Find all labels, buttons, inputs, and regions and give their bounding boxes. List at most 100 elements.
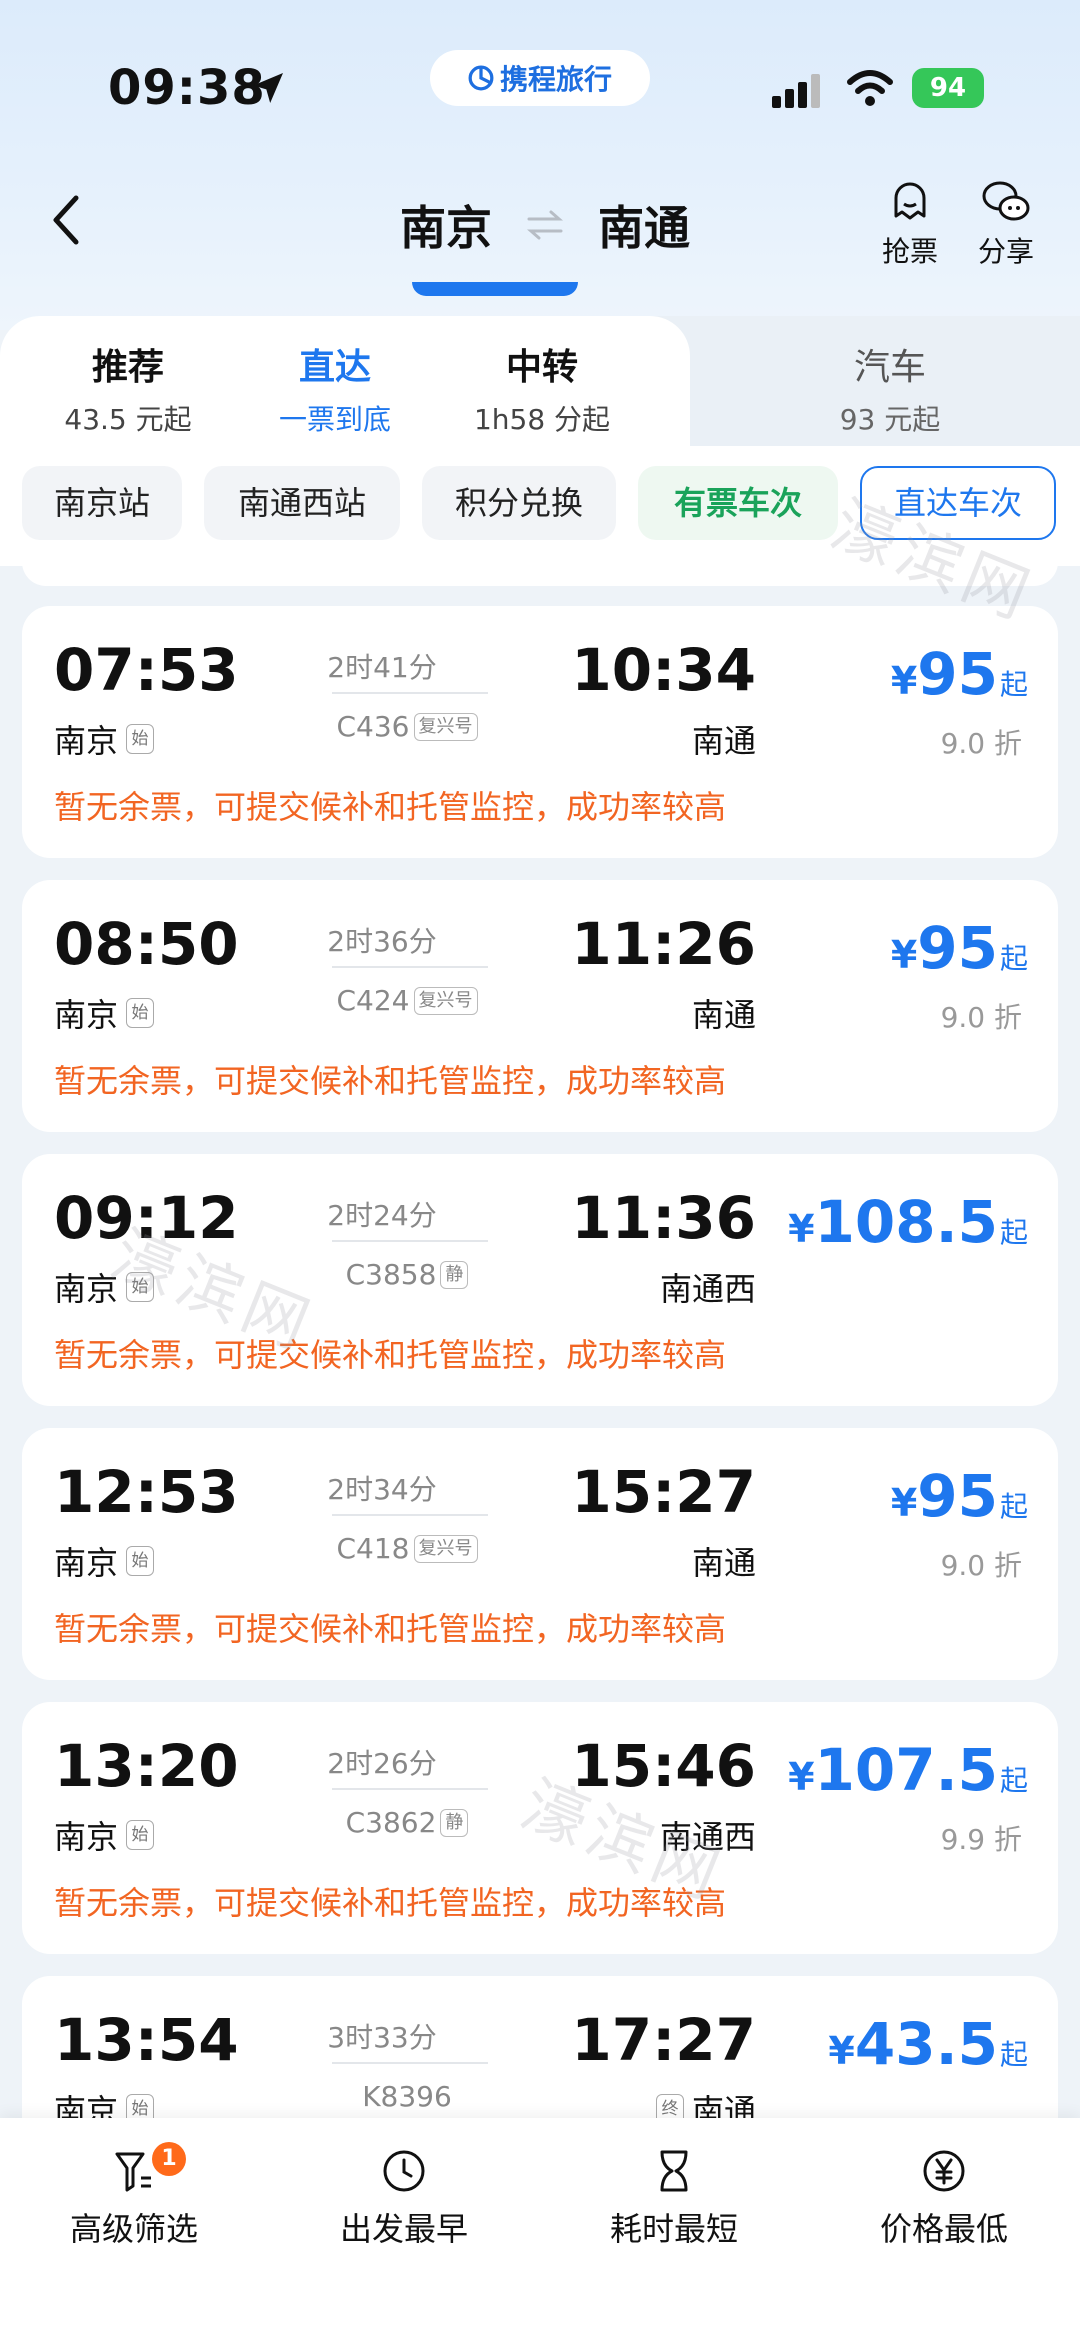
- train-card[interactable]: 12:53 南京始 2时34分 C418 复兴号 15:27 南通 ¥95 起 9.…: [22, 1428, 1058, 1680]
- arrival-station-name: 南通: [691, 1544, 756, 1582]
- waitlist-notice: 暂无余票，可提交候补和托管监控，成功率较高: [54, 788, 727, 826]
- tab-recommend[interactable]: 推荐 43.5 元起: [48, 338, 208, 438]
- yen-symbol: ¥: [788, 1207, 815, 1251]
- discount: 9.0 折: [940, 1549, 1022, 1582]
- filter-count-badge: 1: [152, 2142, 186, 2176]
- duration-line: [332, 1240, 488, 1242]
- train-number: K8396: [282, 2080, 532, 2113]
- departure-station-name: 南京: [54, 1818, 119, 1856]
- discount: 9.9 折: [940, 1823, 1022, 1856]
- brand-name: 携程旅行: [499, 63, 612, 96]
- arrival-time: 15:27: [571, 1458, 756, 1526]
- clock-icon: [383, 2150, 425, 2192]
- ctrip-logo-icon: [468, 65, 494, 91]
- departure-station-name: 南京: [54, 1270, 119, 1308]
- grab-ticket-label: 抢票: [881, 235, 938, 268]
- back-arrow-icon[interactable]: [46, 190, 86, 250]
- departure-time: 08:50: [54, 910, 239, 978]
- origin-tag: 始: [126, 2094, 155, 2120]
- hourglass-icon: [660, 2150, 688, 2192]
- train-card[interactable]: 09:12 南京始 2时24分 C3858 静 11:36 南通西 ¥108.5 起…: [22, 1154, 1058, 1406]
- train-number: C436 复兴号: [282, 710, 532, 743]
- tab-transfer-title: 中转: [505, 347, 578, 388]
- location-arrow-icon: [253, 73, 283, 103]
- arrival-station-name: 南通西: [659, 1818, 756, 1856]
- arrival-station: 南通: [692, 990, 756, 1036]
- status-time: 09:38: [108, 60, 266, 116]
- price: ¥43.5 起: [828, 2010, 1028, 2078]
- route-title[interactable]: 南京 南通: [400, 190, 690, 260]
- ghost-icon: [894, 182, 926, 220]
- departure-station: 南京始: [54, 1812, 155, 1858]
- chip-available-trains[interactable]: 有票车次: [638, 466, 838, 540]
- train-type-tag: 复兴号: [413, 986, 478, 1015]
- sort-shortest-button[interactable]: 耗时最短: [574, 2146, 774, 2250]
- share-label: 分享: [977, 235, 1034, 268]
- departure-station: 南京始: [54, 1264, 155, 1310]
- train-number: C418 复兴号: [282, 1532, 532, 1565]
- price-from-label: 起: [999, 942, 1028, 975]
- train-number: C3862 静: [282, 1806, 532, 1839]
- duration: 2时24分: [327, 1199, 437, 1232]
- yen-symbol: ¥: [890, 659, 918, 703]
- arrival-station-name: 南通: [691, 996, 756, 1034]
- origin-tag: 始: [126, 1546, 155, 1576]
- price-amount: 95: [917, 914, 998, 982]
- chip-nantong-west-station[interactable]: 南通西站: [204, 466, 400, 540]
- sort-cheapest-label: 价格最低: [879, 2210, 1008, 2248]
- tab-direct[interactable]: 直达 一票到底: [260, 338, 410, 438]
- arrival-station: 终南通: [655, 2086, 756, 2120]
- tab-bus[interactable]: 汽车 93 元起: [810, 338, 970, 438]
- train-number-text: C3858: [345, 1258, 437, 1291]
- departure-station-name: 南京: [54, 996, 119, 1034]
- sort-earliest-button[interactable]: 出发最早: [304, 2146, 504, 2250]
- waitlist-notice: 暂无余票，可提交候补和托管监控，成功率较高: [54, 1336, 727, 1374]
- duration-line: [332, 692, 488, 694]
- advanced-filter-button[interactable]: 高级筛选 1: [34, 2142, 234, 2250]
- brand-pill[interactable]: 携程旅行: [430, 50, 650, 106]
- from-city: 南京: [400, 201, 492, 255]
- sort-cheapest-button[interactable]: 价格最低: [844, 2146, 1044, 2250]
- departure-station-name: 南京: [54, 722, 119, 760]
- arrival-station: 南通: [692, 716, 756, 762]
- duration: 2时26分: [327, 1747, 437, 1780]
- train-card[interactable]: 08:50 南京始 2时36分 C424 复兴号 11:26 南通 ¥95 起 9.…: [22, 880, 1058, 1132]
- price: ¥107.5 起: [788, 1736, 1028, 1804]
- sort-filter-bar: 高级筛选 1 出发最早 耗时最短 价格最低: [0, 2118, 1080, 2348]
- tab-direct-sub: 一票到底: [278, 403, 391, 436]
- chip-direct-trains[interactable]: 直达车次: [860, 466, 1056, 540]
- duration-line: [332, 1514, 488, 1516]
- tab-transfer[interactable]: 中转 1h58 分起: [462, 338, 622, 438]
- train-card[interactable]: 07:53 南京始 2时41分 C436 复兴号 10:34 南通 ¥95 起 9.…: [22, 606, 1058, 858]
- sort-earliest-label: 出发最早: [339, 2210, 468, 2248]
- duration: 2时41分: [327, 651, 437, 684]
- to-city: 南通: [598, 201, 690, 255]
- train-number-text: C418: [336, 1532, 410, 1565]
- wifi-icon: [847, 70, 893, 106]
- train-number: C3858 静: [282, 1258, 532, 1291]
- price-from-label: 起: [999, 1216, 1028, 1249]
- chip-nanjing-station[interactable]: 南京站: [22, 466, 182, 540]
- swap-icon[interactable]: [523, 203, 567, 247]
- tab-transfer-sub: 1h58 分起: [473, 403, 611, 436]
- duration-line: [332, 2062, 488, 2064]
- price-amount: 108.5: [814, 1188, 998, 1256]
- chip-points-redeem[interactable]: 积分兑换: [422, 466, 616, 540]
- share-button[interactable]: 分享: [966, 178, 1046, 270]
- train-card[interactable]: 13:20 南京始 2时26分 C3862 静 15:46 南通西 ¥107.5 起…: [22, 1702, 1058, 1954]
- yen-icon: [923, 2150, 965, 2192]
- departure-station: 南京始: [54, 990, 155, 1036]
- waitlist-notice: 暂无余票，可提交候补和托管监控，成功率较高: [54, 1610, 727, 1648]
- train-number-text: C424: [336, 984, 410, 1017]
- arrival-time: 11:26: [571, 910, 756, 978]
- grab-ticket-button[interactable]: 抢票: [870, 178, 950, 270]
- price-amount: 95: [917, 640, 998, 708]
- filter-icon: [115, 2152, 151, 2192]
- battery-indicator: 94: [912, 68, 984, 108]
- status-bar: 09:38 携程旅行 94: [0, 50, 1080, 130]
- sort-shortest-label: 耗时最短: [609, 2210, 738, 2248]
- train-card[interactable]: 13:54 南京始 3时33分 K8396 17:27 终南通 ¥43.5 起: [22, 1976, 1058, 2120]
- advanced-filter-label: 高级筛选: [69, 2210, 198, 2248]
- arrival-station-name: 南通西: [659, 1270, 756, 1308]
- tab-bus-sub: 93 元起: [839, 403, 941, 436]
